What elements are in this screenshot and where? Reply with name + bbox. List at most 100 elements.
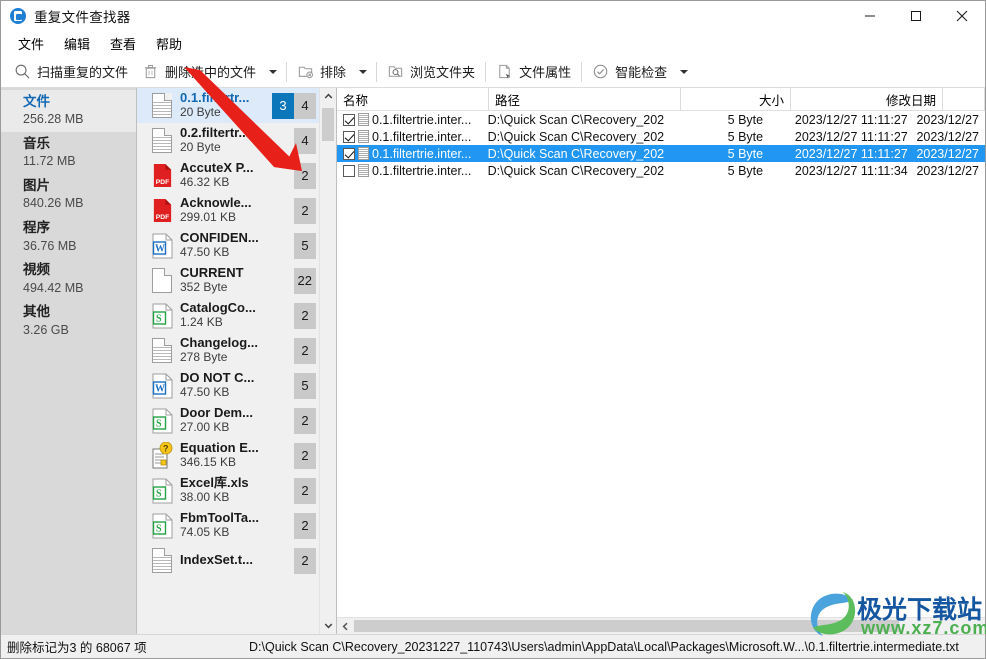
smart-check-dropdown[interactable] <box>674 58 694 86</box>
list-item[interactable]: S FbmToolTa... 74.05 KB 2 <box>137 508 319 543</box>
word-file-icon: W <box>149 371 175 401</box>
sidebar-item-files[interactable]: 文件 256.28 MB <box>1 90 136 133</box>
list-item[interactable]: 0.2.filtertr... 20 Byte 4 <box>137 123 319 158</box>
total-count-badge: 2 <box>294 197 316 224</box>
browse-folder-icon <box>388 66 403 77</box>
total-count-badge: 5 <box>294 372 316 399</box>
marked-count-badge: 3 <box>272 92 294 119</box>
row-modified: 2023/12/27 11:11:27 <box>794 112 908 127</box>
table-horizontal-scrollbar[interactable] <box>337 617 985 634</box>
list-item[interactable]: PDF Acknowle... 299.01 KB 2 <box>137 193 319 228</box>
row-size: 5 Byte <box>727 146 764 161</box>
sidebar-item-label: 視频 <box>23 262 50 278</box>
table-row[interactable]: 0.1.filtertrie.inter... D:\Quick Scan C\… <box>337 111 985 128</box>
app-window: 重复文件查找器 文件 编辑 查看 帮助 扫描重复的文件 删除选中的文件 排除 浏… <box>0 0 986 659</box>
list-item[interactable]: 0.1.filtertr... 20 Byte 3 4 <box>137 88 319 123</box>
column-header-path[interactable]: 路径 <box>489 88 681 110</box>
menu-item-view[interactable]: 查看 <box>100 32 146 55</box>
menu-item-help[interactable]: 帮助 <box>146 32 192 55</box>
sidebar-item-label: 其他 <box>23 304 50 320</box>
list-item[interactable]: PDF AccuteX P... 46.32 KB 2 <box>137 158 319 193</box>
list-item[interactable]: W CONFIDEN... 47.50 KB 5 <box>137 228 319 263</box>
column-header-extra[interactable] <box>943 88 985 110</box>
duplicate-group-rows: 0.1.filtertr... 20 Byte 3 4 0.2.filtertr… <box>137 88 319 634</box>
row-name-cell[interactable]: 0.1.filtertrie.inter... <box>337 147 482 161</box>
row-modified: 2023/12/27 11:11:34 <box>794 163 908 178</box>
total-count-badge: 2 <box>294 547 316 574</box>
scroll-up-button[interactable] <box>320 88 336 105</box>
list-item[interactable]: S CatalogCo... 1.24 KB 2 <box>137 298 319 333</box>
list-item-badges: 2 <box>294 162 316 189</box>
row-checkbox[interactable] <box>343 113 355 126</box>
column-header-size[interactable]: 大小 <box>681 88 791 110</box>
list-item[interactable]: CURRENT 352 Byte 22 <box>137 263 319 298</box>
row-checkbox[interactable] <box>343 147 355 160</box>
file-properties-label: 文件属性 <box>519 65 572 80</box>
list-item-badges: 2 <box>294 302 316 329</box>
sidebar-item-others[interactable]: 其他 3.26 GB <box>1 300 136 342</box>
row-checkbox[interactable] <box>343 164 355 177</box>
maximize-button[interactable] <box>893 1 939 31</box>
delete-selected-button[interactable]: 删除选中的文件 <box>135 58 263 86</box>
browse-folder-button[interactable]: 浏览文件夹 <box>380 58 482 86</box>
spreadsheet-file-icon: S <box>149 476 175 506</box>
list-item[interactable]: W DO NOT C... 47.50 KB 5 <box>137 368 319 403</box>
total-count-badge: 2 <box>294 337 316 364</box>
row-size: 5 Byte <box>727 163 764 178</box>
minimize-button[interactable] <box>847 1 893 31</box>
scroll-left-button[interactable] <box>337 618 354 634</box>
column-header-name[interactable]: 名称 <box>337 88 489 110</box>
sidebar-item-label: 音乐 <box>23 136 50 152</box>
scrollbar-thumb[interactable] <box>322 108 334 141</box>
scrollbar-thumb[interactable] <box>354 620 899 632</box>
toolbar: 扫描重复的文件 删除选中的文件 排除 浏览文件夹 文件属性 智能检查 <box>1 56 985 88</box>
toolbar-separator <box>376 61 378 82</box>
scan-duplicates-button[interactable]: 扫描重复的文件 <box>7 58 135 86</box>
svg-text:PDF: PDF <box>156 214 169 221</box>
exclude-button[interactable]: 排除 <box>290 58 353 86</box>
table-row[interactable]: 0.1.filtertrie.inter... D:\Quick Scan C\… <box>337 145 985 162</box>
sidebar-item-programs[interactable]: 程序 36.76 MB <box>1 216 136 258</box>
row-name-cell[interactable]: 0.1.filtertrie.inter... <box>337 113 482 127</box>
menu-item-file[interactable]: 文件 <box>8 32 54 55</box>
sidebar-item-music[interactable]: 音乐 11.72 MB <box>1 132 136 174</box>
text-file-icon <box>358 130 369 143</box>
list-item[interactable]: ? Equation E... 346.15 KB 2 <box>137 438 319 473</box>
exclude-dropdown[interactable] <box>353 58 373 86</box>
close-button[interactable] <box>939 1 985 31</box>
total-count-badge: 4 <box>294 127 316 154</box>
row-name-cell[interactable]: 0.1.filtertrie.inter... <box>337 164 482 178</box>
file-properties-button[interactable]: 文件属性 <box>489 58 578 86</box>
text-file-icon <box>358 147 369 160</box>
file-properties-icon <box>499 64 511 79</box>
list-item-badges: 5 <box>294 372 316 399</box>
table-row[interactable]: 0.1.filtertrie.inter... D:\Quick Scan C\… <box>337 162 985 179</box>
row-path: D:\Quick Scan C\Recovery_202... <box>487 146 665 161</box>
list-item[interactable]: S Excel库.xls 38.00 KB 2 <box>137 473 319 508</box>
smart-check-button[interactable]: 智能检查 <box>585 58 674 86</box>
row-extra: 2023/12/27 <box>916 163 980 178</box>
scrollbar-track[interactable] <box>354 618 985 634</box>
svg-text:S: S <box>156 313 162 324</box>
unknown-file-icon: ? <box>149 441 175 471</box>
list-item[interactable]: IndexSet.t... 2 <box>137 543 319 578</box>
row-name-cell[interactable]: 0.1.filtertrie.inter... <box>337 130 482 144</box>
sidebar-item-videos[interactable]: 視频 494.42 MB <box>1 258 136 300</box>
list-item-badges: 4 <box>294 127 316 154</box>
list-item[interactable]: S Door Dem... 27.00 KB 2 <box>137 403 319 438</box>
list-item[interactable]: Changelog... 278 Byte 2 <box>137 333 319 368</box>
menu-item-edit[interactable]: 编辑 <box>54 32 100 55</box>
row-modified: 2023/12/27 11:11:27 <box>794 129 908 144</box>
window-controls <box>847 1 985 31</box>
delete-selected-dropdown[interactable] <box>263 58 283 86</box>
sidebar-item-pictures[interactable]: 图片 840.26 MB <box>1 174 136 216</box>
group-list-scrollbar[interactable] <box>319 88 336 634</box>
column-header-modified[interactable]: 修改日期 <box>791 88 943 110</box>
scroll-down-button[interactable] <box>320 617 336 634</box>
delete-selected-label: 删除选中的文件 <box>165 65 257 80</box>
text-file-icon <box>149 546 175 576</box>
row-size: 5 Byte <box>727 129 764 144</box>
row-checkbox[interactable] <box>343 130 355 143</box>
table-row[interactable]: 0.1.filtertrie.inter... D:\Quick Scan C\… <box>337 128 985 145</box>
toolbar-separator <box>485 61 487 82</box>
